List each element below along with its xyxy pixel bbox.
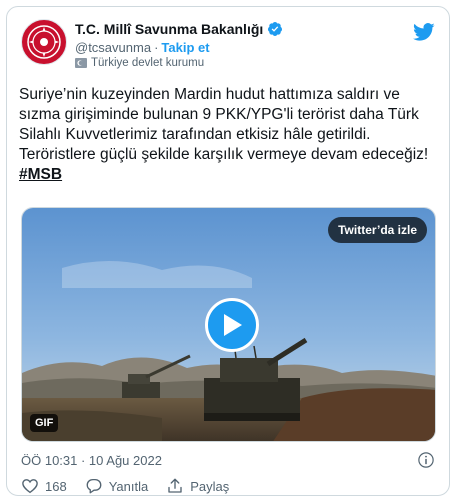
msb-emblem-icon xyxy=(27,25,61,59)
account-label[interactable]: Türkiye devlet kurumu xyxy=(91,57,204,69)
info-icon[interactable] xyxy=(417,451,435,469)
watch-on-twitter-button[interactable]: Twitter’da izle xyxy=(328,217,427,243)
tweet-card: T.C. Millî Savunma Bakanlığı @tcsavunma … xyxy=(6,6,450,496)
tweet-text-block: Suriye’nin kuzeyinden Mardin hudut hattı… xyxy=(19,85,439,185)
verified-badge-icon xyxy=(268,22,283,36)
avatar[interactable] xyxy=(21,19,67,65)
video-player[interactable]: Twitter’da izle GIF xyxy=(21,207,436,442)
heart-icon xyxy=(22,479,38,494)
play-button[interactable] xyxy=(205,298,259,352)
share-label: Paylaş xyxy=(190,478,230,494)
timestamp[interactable]: ÖÖ 10:31 · 10 Ağu 2022 xyxy=(21,453,162,468)
display-name[interactable]: T.C. Millî Savunma Bakanlığı xyxy=(75,21,263,37)
like-button[interactable]: 168 xyxy=(21,477,67,495)
like-count: 168 xyxy=(45,478,67,494)
separator: · xyxy=(154,40,159,55)
share-button[interactable]: Paylaş xyxy=(166,477,229,495)
hashtag-link[interactable]: #MSB xyxy=(19,165,62,185)
handle-row: @tcsavunma · Takip et xyxy=(75,40,210,55)
play-icon xyxy=(224,314,242,336)
twitter-bird-icon[interactable] xyxy=(413,21,435,43)
handle[interactable]: @tcsavunma xyxy=(75,40,151,55)
share-icon xyxy=(168,478,182,493)
follow-button[interactable]: Takip et xyxy=(161,40,209,55)
flag-icon xyxy=(75,58,87,68)
account-label-row: Türkiye devlet kurumu xyxy=(75,57,204,69)
name-row: T.C. Millî Savunma Bakanlığı xyxy=(75,21,283,37)
reply-label: Yanıtla xyxy=(108,478,149,494)
reply-button[interactable]: Yanıtla xyxy=(85,477,149,495)
reply-icon xyxy=(86,478,102,494)
tweet-header: T.C. Millî Savunma Bakanlığı @tcsavunma … xyxy=(19,17,437,79)
action-bar: 168 Yanıtla Paylaş xyxy=(21,477,229,495)
tweet-text: Suriye’nin kuzeyinden Mardin hudut hattı… xyxy=(19,86,429,163)
timestamp-row: ÖÖ 10:31 · 10 Ağu 2022 xyxy=(21,450,437,470)
gif-badge: GIF xyxy=(30,414,59,432)
